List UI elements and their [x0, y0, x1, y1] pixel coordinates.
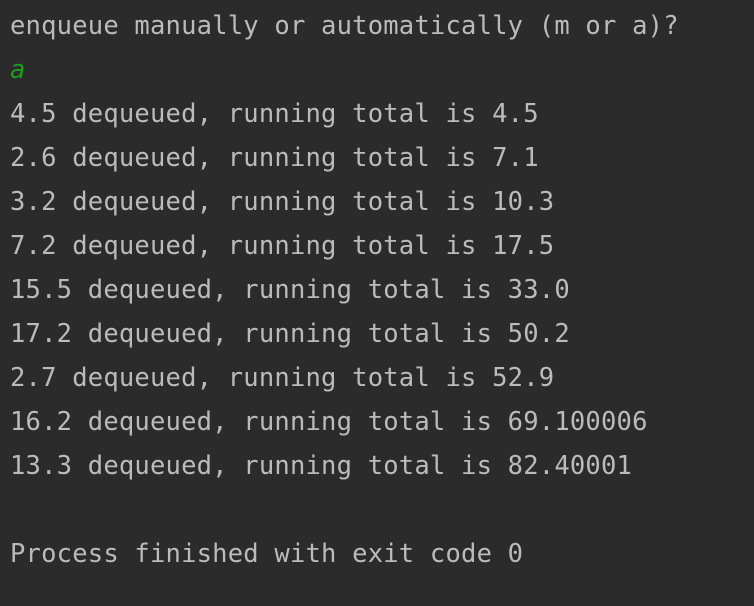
output-line: 7.2 dequeued, running total is 17.5 [10, 231, 555, 261]
user-input-line: a [10, 55, 26, 85]
output-line: 2.7 dequeued, running total is 52.9 [10, 363, 555, 393]
output-line: 2.6 dequeued, running total is 7.1 [10, 143, 539, 173]
output-line: 15.5 dequeued, running total is 33.0 [10, 275, 570, 305]
output-line: 4.5 dequeued, running total is 4.5 [10, 99, 539, 129]
prompt-line: enqueue manually or automatically (m or … [10, 11, 679, 41]
exit-message: Process finished with exit code 0 [10, 539, 524, 569]
output-line: 17.2 dequeued, running total is 50.2 [10, 319, 570, 349]
output-line: 3.2 dequeued, running total is 10.3 [10, 187, 555, 217]
console-output[interactable]: enqueue manually or automatically (m or … [0, 0, 754, 606]
output-line: 13.3 dequeued, running total is 82.40001 [10, 451, 633, 481]
output-line: 16.2 dequeued, running total is 69.10000… [10, 407, 648, 437]
